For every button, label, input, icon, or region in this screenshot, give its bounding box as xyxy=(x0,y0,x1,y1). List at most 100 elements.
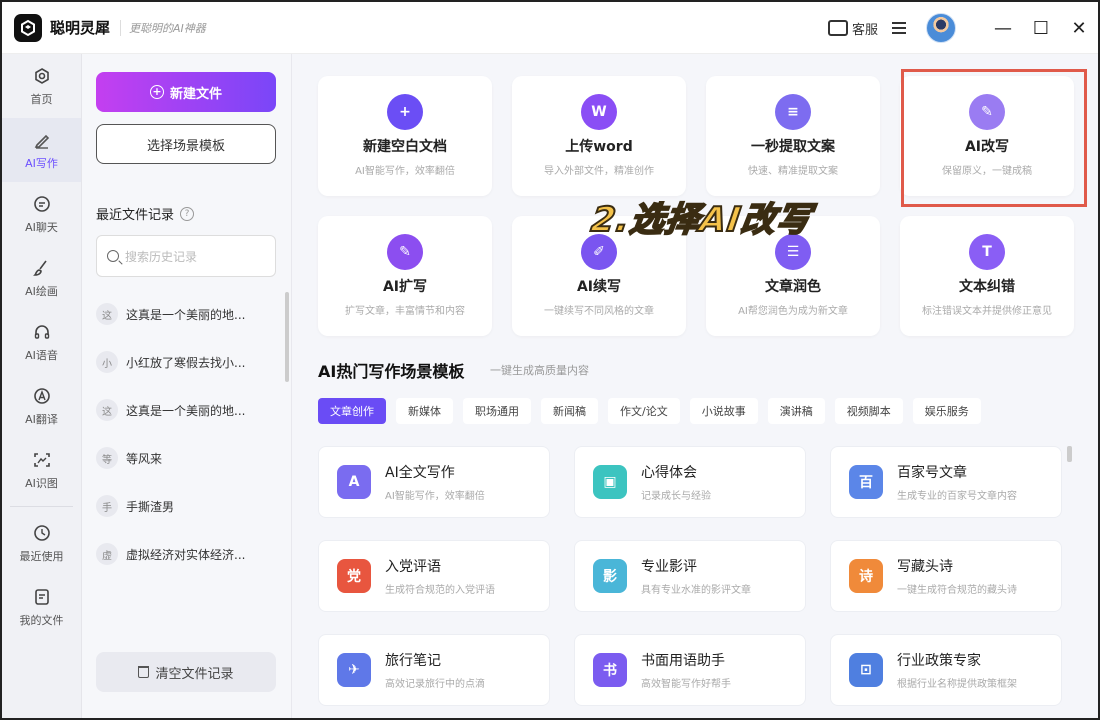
template-policy-expert[interactable]: ⊡ 行业政策专家 根据行业名称提供政策框架 xyxy=(830,634,1062,706)
template-ai-fulltext[interactable]: A AI全文写作 AI智能写作，效率翻倍 xyxy=(318,446,550,518)
recent-list-scrollbar[interactable] xyxy=(285,292,289,382)
template-film-review[interactable]: 影 专业影评 具有专业水准的影评文章 xyxy=(574,540,806,612)
avatar[interactable] xyxy=(926,13,956,43)
file-panel: + 新建文件 选择场景模板 最近文件记录 ? 搜索历史记录 这这真是一个美丽的地… xyxy=(82,54,292,718)
nav-ai-image-recognition[interactable]: AI识图 xyxy=(2,438,81,502)
file-initial-badge: 这 xyxy=(96,303,118,325)
maximize-icon[interactable]: ☐ xyxy=(1022,18,1060,39)
list-item[interactable]: 等等风来 xyxy=(96,434,276,482)
card-new-blank-doc[interactable]: + 新建空白文档 AI智能写作，效率翻倍 xyxy=(318,76,492,196)
tab-video-script[interactable]: 视频脚本 xyxy=(834,398,903,424)
headphone-icon xyxy=(32,322,52,342)
new-file-button[interactable]: + 新建文件 xyxy=(96,72,276,112)
poem-icon: 诗 xyxy=(849,559,883,593)
file-initial-badge: 虚 xyxy=(96,543,118,565)
template-written-language[interactable]: 书 书面用语助手 高效智能写作好帮手 xyxy=(574,634,806,706)
left-nav-rail: 首页 AI写作 AI聊天 AI绘画 AI语音 AI翻译 AI识图 最近使用 我的… xyxy=(2,54,82,718)
travel-icon: ✈ xyxy=(337,653,371,687)
nav-ai-writing[interactable]: AI写作 xyxy=(2,118,81,182)
template-baijiahao[interactable]: 百 百家号文章 生成专业的百家号文章内容 xyxy=(830,446,1062,518)
clear-records-button[interactable]: 清空文件记录 xyxy=(96,652,276,692)
customer-service-label: 客服 xyxy=(851,22,878,38)
card-title: 新建空白文档 xyxy=(363,139,447,155)
tab-press[interactable]: 新闻稿 xyxy=(541,398,598,424)
search-input[interactable]: 搜索历史记录 xyxy=(96,235,276,277)
nav-label: 首页 xyxy=(30,92,53,106)
customer-service-button[interactable]: 客服 xyxy=(827,19,878,38)
file-initial-badge: 小 xyxy=(96,351,118,373)
tab-new-media[interactable]: 新媒体 xyxy=(396,398,453,424)
extract-icon: ≡ xyxy=(775,94,811,130)
party-icon: 党 xyxy=(337,559,371,593)
close-icon[interactable]: ✕ xyxy=(1060,18,1098,39)
template-desc: 具有专业水准的影评文章 xyxy=(641,585,751,596)
card-desc: 快速、精准提取文案 xyxy=(748,166,838,177)
tab-workplace[interactable]: 职场通用 xyxy=(463,398,531,424)
template-title: 百家号文章 xyxy=(897,465,967,481)
card-upload-word[interactable]: W 上传word 导入外部文件，精准创作 xyxy=(512,76,686,196)
nav-label: 我的文件 xyxy=(19,613,64,627)
template-travel-notes[interactable]: ✈ 旅行笔记高效记录旅行中的点滴 xyxy=(318,634,550,706)
nav-ai-painting[interactable]: AI绘画 xyxy=(2,246,81,310)
minimize-icon[interactable]: — xyxy=(984,18,1022,39)
nav-ai-translate[interactable]: AI翻译 xyxy=(2,374,81,438)
card-desc: AI智能写作，效率翻倍 xyxy=(355,166,455,177)
template-party-comment[interactable]: 党 入党评语 生成符合规范的入党评语 xyxy=(318,540,550,612)
template-acrostic-poem[interactable]: 诗 写藏头诗 一键生成符合规范的藏头诗 xyxy=(830,540,1062,612)
tab-essay[interactable]: 作文/论文 xyxy=(608,398,680,424)
menu-icon[interactable] xyxy=(892,22,906,34)
card-ai-expand[interactable]: ✎ AI扩写 扩写文章，丰富情节和内容 xyxy=(318,216,492,336)
nav-my-files[interactable]: 我的文件 xyxy=(2,575,81,639)
tutorial-annotation: 2.选择AI改写 xyxy=(588,199,815,241)
tab-novel[interactable]: 小说故事 xyxy=(689,398,758,424)
card-desc: 标注错误文本并提供修正意见 xyxy=(922,306,1052,317)
template-desc: 记录成长与经验 xyxy=(641,491,711,502)
template-experience[interactable]: ▣ 心得体会记录成长与经验 xyxy=(574,446,806,518)
card-text-correct[interactable]: T 文本纠错 标注错误文本并提供修正意见 xyxy=(900,216,1074,336)
home-icon xyxy=(32,66,52,86)
card-title: AI扩写 xyxy=(382,279,428,295)
template-title: 心得体会 xyxy=(641,465,697,481)
correct-icon: T xyxy=(969,234,1005,270)
list-item[interactable]: 这这真是一个美丽的地... xyxy=(96,290,276,338)
file-title: 等风来 xyxy=(126,451,163,466)
tab-entertainment[interactable]: 娱乐服务 xyxy=(912,398,981,424)
nav-recent-used[interactable]: 最近使用 xyxy=(2,511,81,575)
template-title: 旅行笔记 xyxy=(385,653,441,669)
card-desc: 一键续写不同风格的文章 xyxy=(544,306,654,317)
app-logo-icon xyxy=(14,13,42,42)
baijiahao-icon: 百 xyxy=(849,465,883,499)
template-desc: 高效记录旅行中的点滴 xyxy=(385,679,485,690)
card-title: 一秒提取文案 xyxy=(751,139,835,155)
nav-ai-voice[interactable]: AI语音 xyxy=(2,310,81,374)
tab-article[interactable]: 文章创作 xyxy=(318,398,386,424)
nav-label: 最近使用 xyxy=(19,549,64,563)
list-item[interactable]: 小小红放了寒假去找小... xyxy=(96,338,276,386)
app-slogan: 更聪明的AI神器 xyxy=(120,19,206,36)
word-icon: W xyxy=(581,94,617,130)
template-scrollbar[interactable] xyxy=(1067,446,1072,462)
file-title: 这真是一个美丽的地... xyxy=(126,307,246,322)
file-icon xyxy=(32,587,52,607)
rail-divider xyxy=(10,506,73,507)
file-title: 小红放了寒假去找小... xyxy=(126,355,246,370)
app-name: 聪明灵犀 xyxy=(50,19,111,37)
template-tabs: 文章创作 新媒体 职场通用 新闻稿 作文/论文 小说故事 演讲稿 视频脚本 娱乐… xyxy=(318,398,991,424)
search-icon xyxy=(107,250,119,262)
card-extract-copy[interactable]: ≡ 一秒提取文案 快速、精准提取文案 xyxy=(706,76,880,196)
tab-speech[interactable]: 演讲稿 xyxy=(767,398,825,424)
policy-icon: ⊡ xyxy=(849,653,883,687)
pen-icon xyxy=(32,130,52,150)
notebook-icon: ▣ xyxy=(593,465,627,499)
expand-pen-icon: ✎ xyxy=(387,234,423,270)
nav-label: AI绘画 xyxy=(25,284,58,298)
recent-files-label: 最近文件记录 xyxy=(96,208,175,223)
nav-ai-chat[interactable]: AI聊天 xyxy=(2,182,81,246)
section-title: AI热门写作场景模板 xyxy=(318,362,465,381)
nav-home[interactable]: 首页 xyxy=(2,54,81,118)
list-item[interactable]: 这这真是一个美丽的地... xyxy=(96,386,276,434)
list-item[interactable]: 虚虚拟经济对实体经济... xyxy=(96,530,276,578)
choose-template-button[interactable]: 选择场景模板 xyxy=(96,124,276,164)
help-icon[interactable]: ? xyxy=(180,206,195,221)
list-item[interactable]: 手手撕渣男 xyxy=(96,482,276,530)
